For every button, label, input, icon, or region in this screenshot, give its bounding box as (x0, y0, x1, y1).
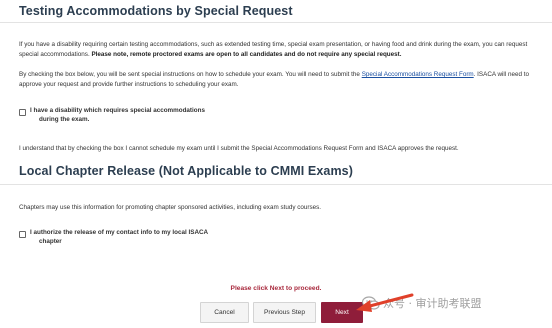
special-accommodations-form-link[interactable]: Special Accommodations Request Form (362, 71, 474, 78)
chapter-release-option[interactable]: I authorize the release of my contact in… (19, 229, 208, 246)
chapter-release-label-line1: I authorize the release of my contact in… (30, 229, 209, 236)
chapter-release-label[interactable]: I authorize the release of my contact in… (30, 229, 208, 246)
schedule-instructions-before: By checking the box below, you will be s… (19, 71, 362, 78)
disability-accommodations-checkbox[interactable] (19, 108, 26, 116)
accommodations-title: Testing Accommodations by Special Reques… (19, 4, 293, 18)
chapter-release-checkbox[interactable] (19, 230, 26, 238)
disability-accommodations-label[interactable]: I have a disability which requires speci… (30, 107, 205, 124)
section-divider (0, 184, 552, 185)
previous-step-button[interactable]: Previous Step (253, 302, 316, 323)
chapter-release-description: Chapters may use this information for pr… (19, 204, 322, 211)
section-divider (0, 22, 552, 23)
chapter-release-label-line2: chapter (39, 237, 62, 245)
disability-accommodations-label-line2: during the exam. (39, 115, 90, 123)
schedule-instructions: By checking the box below, you will be s… (19, 70, 533, 89)
accommodations-acknowledgement: I understand that by checking the box I … (19, 145, 459, 152)
chapter-release-title: Local Chapter Release (Not Applicable to… (19, 164, 353, 178)
disability-accommodations-label-line1: I have a disability which requires speci… (30, 107, 205, 114)
accommodations-description: If you have a disability requiring certa… (19, 40, 533, 59)
disability-accommodations-option[interactable]: I have a disability which requires speci… (19, 107, 205, 124)
remote-proctor-note: Please note, remote proctored exams are … (91, 50, 402, 58)
cancel-button[interactable]: Cancel (200, 302, 249, 323)
red-arrow-icon (356, 293, 414, 312)
proceed-message: Please click Next to proceed. (230, 285, 322, 292)
